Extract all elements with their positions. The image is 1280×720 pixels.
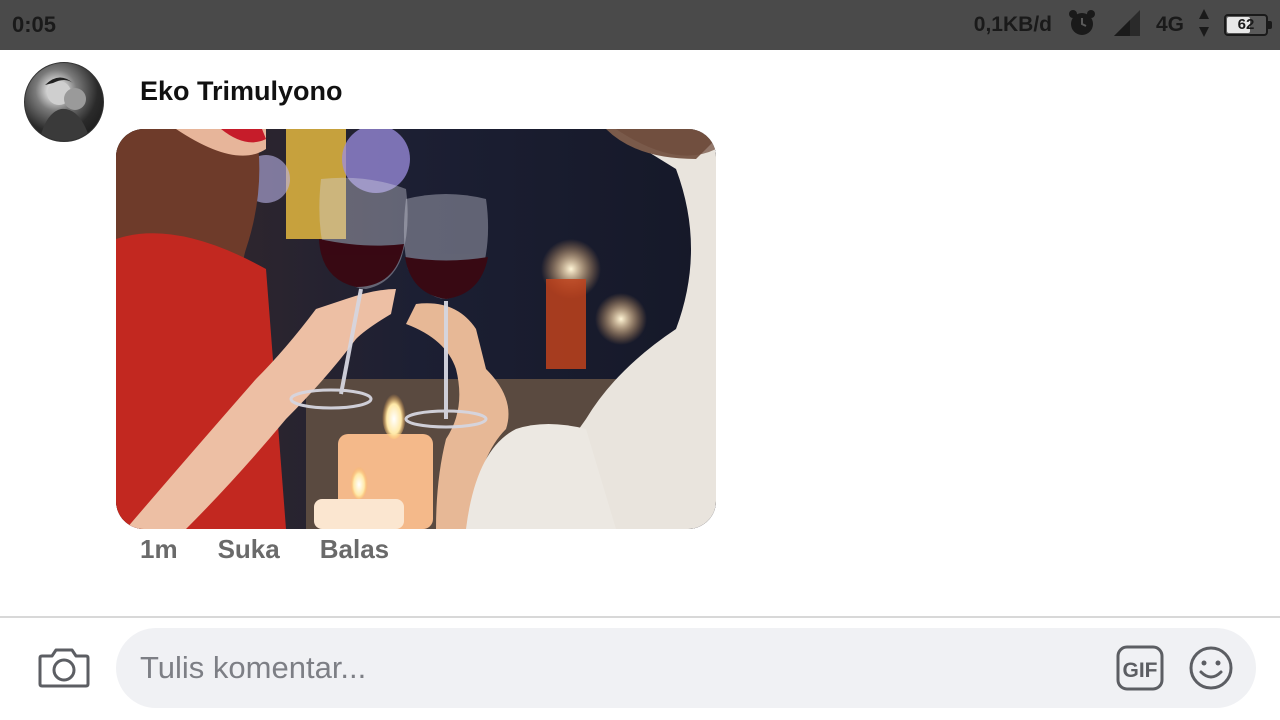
composer-divider xyxy=(0,616,1280,618)
battery-percent: 62 xyxy=(1237,16,1255,33)
battery-icon: 62 xyxy=(1224,14,1272,36)
alarm-clock-icon xyxy=(1066,7,1098,44)
gif-button[interactable]: GIF xyxy=(1116,645,1164,691)
network-speed: 0,1KB/d xyxy=(973,13,1052,36)
network-type: 4G xyxy=(1155,13,1184,36)
reply-button[interactable]: Balas xyxy=(320,534,389,565)
comment-author[interactable]: Eko Trimulyono xyxy=(140,76,343,107)
emoji-icon[interactable] xyxy=(1188,645,1234,691)
comment-actions: 1m Suka Balas xyxy=(140,534,389,565)
status-time: 0:05 xyxy=(12,12,57,37)
like-button[interactable]: Suka xyxy=(218,534,280,565)
status-right: 0,1KB/d 4G 62 xyxy=(973,7,1272,44)
comment-photo[interactable] xyxy=(116,129,716,529)
comment-composer: GIF xyxy=(116,628,1256,708)
status-bar: 0:05 0,1KB/d 4G 62 xyxy=(0,0,1280,50)
gif-label: GIF xyxy=(1123,659,1158,682)
signal-icon xyxy=(1112,8,1142,43)
comment-input[interactable] xyxy=(140,648,1040,688)
data-arrows-icon xyxy=(1198,7,1210,44)
comment-time: 1m xyxy=(140,534,178,564)
avatar[interactable] xyxy=(24,62,104,142)
camera-icon[interactable] xyxy=(36,644,92,692)
